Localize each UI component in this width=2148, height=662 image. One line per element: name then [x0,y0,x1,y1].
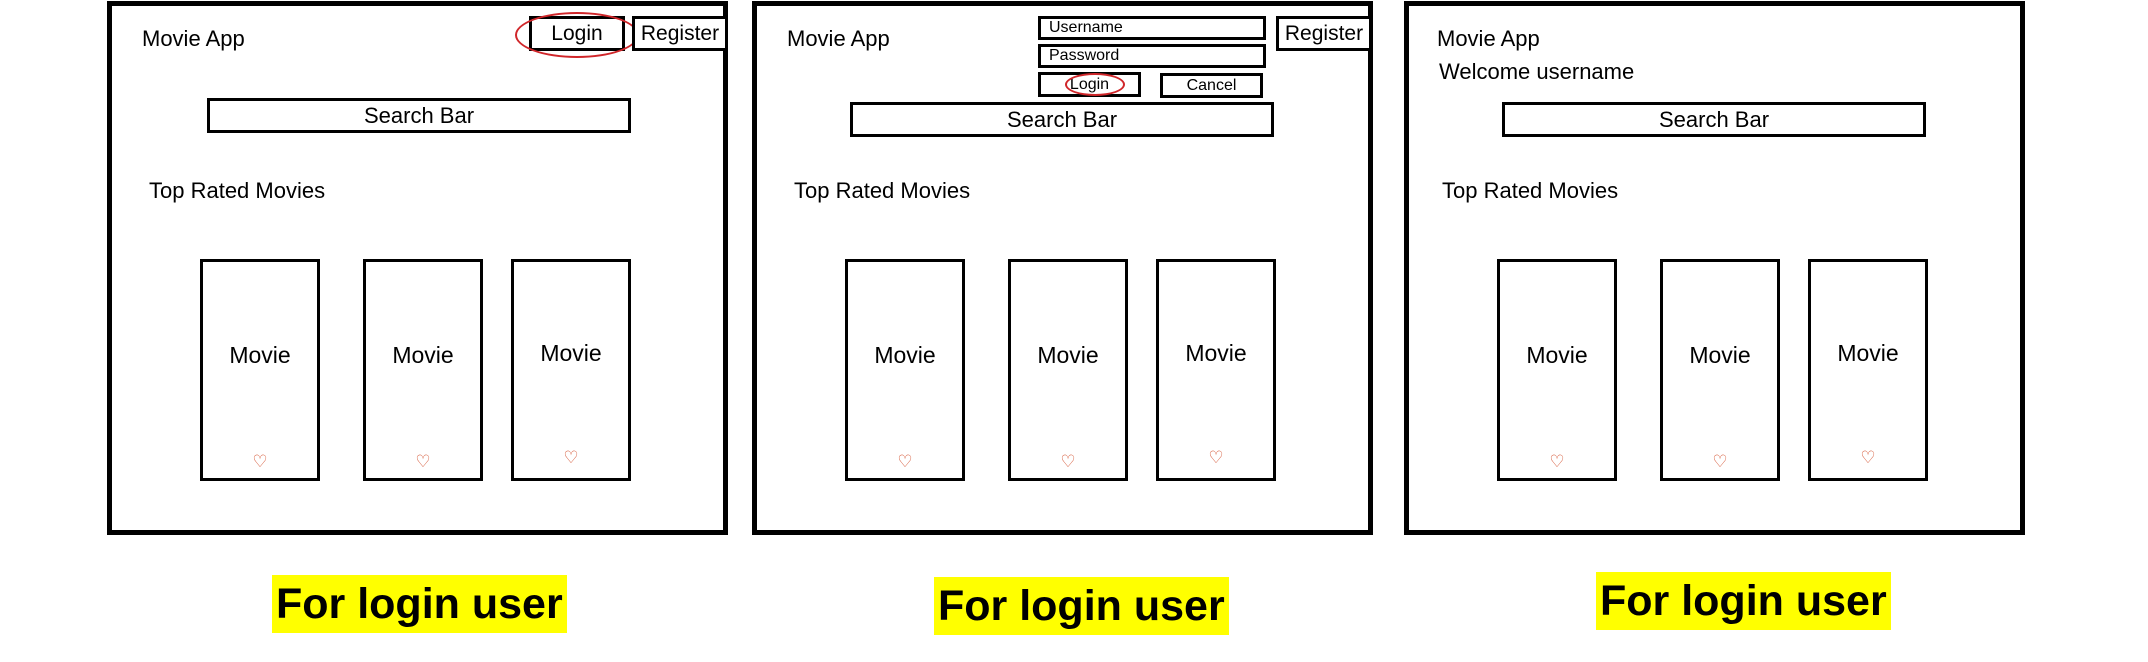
app-title: Movie App [787,26,890,51]
login-button[interactable]: Login [529,16,625,51]
movie-label: Movie [1037,342,1099,368]
movie-card[interactable]: Movie ♡ [1156,259,1276,481]
section-title: Top Rated Movies [149,178,326,203]
welcome-message: Welcome username [1439,59,1635,84]
movie-label: Movie [392,342,454,368]
section-title: Top Rated Movies [1442,178,1619,203]
heart-icon[interactable]: ♡ [366,452,480,472]
movie-label: Movie [1526,342,1588,368]
app-title: Movie App [1437,26,1540,51]
register-button[interactable]: Register [1276,16,1372,51]
movie-label: Movie [1689,342,1751,368]
movie-card[interactable]: Movie ♡ [1660,259,1780,481]
app-title: Movie App [142,26,245,51]
movie-card[interactable]: Movie ♡ [200,259,320,481]
heart-icon[interactable]: ♡ [203,452,317,472]
wireframe-panel-3: Movie App Welcome username Search Bar To… [1404,1,2025,535]
section-title: Top Rated Movies [794,178,971,203]
movie-label: Movie [874,342,936,368]
movie-card[interactable]: Movie ♡ [1497,259,1617,481]
heart-icon[interactable]: ♡ [1663,452,1777,472]
movie-label: Movie [1837,340,1899,366]
movie-card[interactable]: Movie ♡ [1008,259,1128,481]
cancel-button[interactable]: Cancel [1160,73,1263,98]
heart-icon[interactable]: ♡ [1500,452,1614,472]
panel-caption-2: For login user [934,577,1229,635]
movie-label: Movie [229,342,291,368]
movie-label: Movie [1185,340,1247,366]
username-field[interactable]: Username [1038,16,1266,40]
search-bar[interactable]: Search Bar [207,98,631,133]
search-bar[interactable]: Search Bar [850,102,1274,137]
wireframe-panel-1: Movie App Login Register Search Bar Top … [107,1,728,535]
panel-caption-1: For login user [272,575,567,633]
heart-icon[interactable]: ♡ [1011,452,1125,472]
movie-card[interactable]: Movie ♡ [1808,259,1928,481]
password-field[interactable]: Password [1038,44,1266,68]
heart-icon[interactable]: ♡ [1811,448,1925,468]
movie-label: Movie [540,340,602,366]
wireframe-panel-2: Movie App Username Password Login Cancel… [752,1,1373,535]
login-button[interactable]: Login [1038,72,1141,97]
search-bar[interactable]: Search Bar [1502,102,1926,137]
heart-icon[interactable]: ♡ [848,452,962,472]
heart-icon[interactable]: ♡ [514,448,628,468]
register-button[interactable]: Register [632,16,728,51]
heart-icon[interactable]: ♡ [1159,448,1273,468]
movie-card[interactable]: Movie ♡ [363,259,483,481]
movie-card[interactable]: Movie ♡ [845,259,965,481]
panel-caption-3: For login user [1596,572,1891,630]
movie-card[interactable]: Movie ♡ [511,259,631,481]
